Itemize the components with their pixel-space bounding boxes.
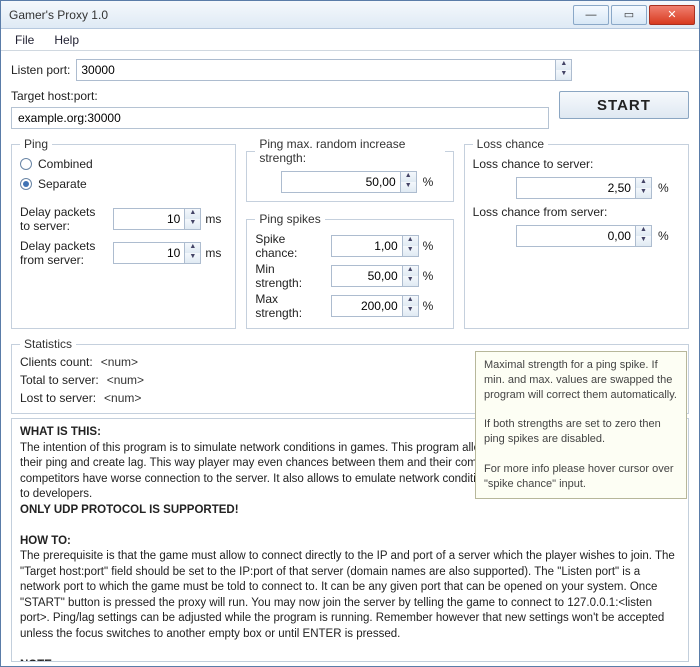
loss-to-input[interactable] bbox=[516, 177, 636, 199]
app-window: Gamer's Proxy 1.0 — ▭ ✕ File Help Listen… bbox=[0, 0, 700, 667]
spike-max-label: Max strength: bbox=[255, 292, 324, 320]
close-button[interactable]: ✕ bbox=[649, 5, 695, 25]
target-label: Target host:port: bbox=[11, 89, 98, 103]
maximize-button[interactable]: ▭ bbox=[611, 5, 647, 25]
spike-min-input[interactable] bbox=[331, 265, 403, 287]
titlebar: Gamer's Proxy 1.0 — ▭ ✕ bbox=[1, 1, 699, 29]
ping-legend: Ping bbox=[20, 137, 52, 151]
ping-separate-label: Separate bbox=[38, 177, 87, 191]
ms-unit: ms bbox=[205, 246, 227, 260]
loss-from-label: Loss chance from server: bbox=[473, 205, 608, 219]
content-area: Listen port: ▲▼ Target host:port: START … bbox=[1, 51, 699, 666]
loss-group: Loss chance Loss chance to server: ▲▼ % … bbox=[464, 137, 689, 329]
ping-combined-label: Combined bbox=[38, 157, 93, 171]
spike-chance-field[interactable]: ▲▼ bbox=[331, 235, 419, 257]
loss-from-field[interactable]: ▲▼ bbox=[516, 225, 652, 247]
delay-to-label: Delay packets to server: bbox=[20, 205, 107, 233]
info-heading-1: WHAT IS THIS: bbox=[20, 426, 101, 438]
loss-to-label: Loss chance to server: bbox=[473, 157, 594, 171]
info-text-2: The prerequisite is that the game must a… bbox=[20, 550, 675, 640]
delay-from-field[interactable]: ▲▼ bbox=[113, 242, 201, 264]
tooltip: Maximal strength for a ping spike. If mi… bbox=[475, 351, 687, 499]
info-text-1b: ONLY UDP PROTOCOL IS SUPPORTED! bbox=[20, 504, 239, 516]
tooltip-p1: Maximal strength for a ping spike. If mi… bbox=[484, 358, 678, 403]
spikes-legend: Ping spikes bbox=[255, 212, 324, 226]
menubar: File Help bbox=[1, 29, 699, 51]
spike-min-field[interactable]: ▲▼ bbox=[331, 265, 419, 287]
pct-unit: % bbox=[423, 239, 445, 253]
delay-from-input[interactable] bbox=[113, 242, 185, 264]
spin-icon[interactable]: ▲▼ bbox=[185, 208, 201, 230]
window-title: Gamer's Proxy 1.0 bbox=[9, 8, 573, 22]
menu-file[interactable]: File bbox=[5, 31, 44, 49]
spike-max-input[interactable] bbox=[331, 295, 403, 317]
spin-icon[interactable]: ▲▼ bbox=[403, 295, 419, 317]
lost-to-label: Lost to server: bbox=[20, 391, 96, 405]
ping-group: Ping Combined Separate Delay packets to … bbox=[11, 137, 236, 329]
loss-from-input[interactable] bbox=[516, 225, 636, 247]
pct-unit: % bbox=[423, 299, 445, 313]
listen-port-input[interactable] bbox=[76, 59, 556, 81]
tooltip-p2: If both strengths are set to zero then p… bbox=[484, 417, 678, 447]
start-button[interactable]: START bbox=[559, 91, 689, 119]
pingmax-input[interactable] bbox=[281, 171, 401, 193]
spin-icon[interactable]: ▲▼ bbox=[403, 235, 419, 257]
info-heading-3: NOTE: bbox=[20, 659, 56, 662]
ping-separate-option[interactable]: Separate bbox=[20, 177, 227, 191]
delay-from-label: Delay packets from server: bbox=[20, 239, 107, 267]
stats-legend: Statistics bbox=[20, 337, 76, 351]
spike-min-label: Min strength: bbox=[255, 262, 324, 290]
spikes-group: Ping spikes Spike chance: ▲▼ % Min stren bbox=[246, 212, 453, 329]
window-controls: — ▭ ✕ bbox=[573, 5, 695, 25]
clients-label: Clients count: bbox=[20, 355, 93, 369]
radio-icon bbox=[20, 158, 32, 170]
pct-unit: % bbox=[658, 181, 680, 195]
info-heading-2: HOW TO: bbox=[20, 535, 71, 547]
spin-icon[interactable]: ▲▼ bbox=[185, 242, 201, 264]
lost-to-value: <num> bbox=[104, 391, 141, 405]
clients-value: <num> bbox=[101, 355, 138, 369]
radio-icon bbox=[20, 178, 32, 190]
tooltip-p3: For more info please hover cursor over "… bbox=[484, 462, 678, 492]
loss-to-field[interactable]: ▲▼ bbox=[516, 177, 652, 199]
pingmax-legend: Ping max. random increase strength: bbox=[255, 137, 444, 165]
spike-chance-label: Spike chance: bbox=[255, 232, 324, 260]
ms-unit: ms bbox=[205, 212, 227, 226]
delay-to-field[interactable]: ▲▼ bbox=[113, 208, 201, 230]
minimize-button[interactable]: — bbox=[573, 5, 609, 25]
pct-unit: % bbox=[423, 175, 445, 189]
delay-to-input[interactable] bbox=[113, 208, 185, 230]
total-to-value: <num> bbox=[107, 373, 144, 387]
listen-port-label: Listen port: bbox=[11, 63, 70, 77]
pingmax-field[interactable]: ▲▼ bbox=[281, 171, 417, 193]
target-input[interactable] bbox=[11, 107, 549, 129]
total-to-label: Total to server: bbox=[20, 373, 99, 387]
spin-icon[interactable]: ▲▼ bbox=[636, 225, 652, 247]
pct-unit: % bbox=[658, 229, 680, 243]
spin-icon[interactable]: ▲▼ bbox=[403, 265, 419, 287]
pingmax-group: Ping max. random increase strength: ▲▼ % bbox=[246, 137, 453, 202]
pct-unit: % bbox=[423, 269, 445, 283]
listen-port-field[interactable]: ▲▼ bbox=[76, 59, 572, 81]
spike-max-field[interactable]: ▲▼ bbox=[331, 295, 419, 317]
loss-legend: Loss chance bbox=[473, 137, 548, 151]
listen-port-spin[interactable]: ▲▼ bbox=[556, 59, 572, 81]
menu-help[interactable]: Help bbox=[44, 31, 89, 49]
spin-icon[interactable]: ▲▼ bbox=[636, 177, 652, 199]
ping-combined-option[interactable]: Combined bbox=[20, 157, 227, 171]
spike-chance-input[interactable] bbox=[331, 235, 403, 257]
spin-icon[interactable]: ▲▼ bbox=[401, 171, 417, 193]
